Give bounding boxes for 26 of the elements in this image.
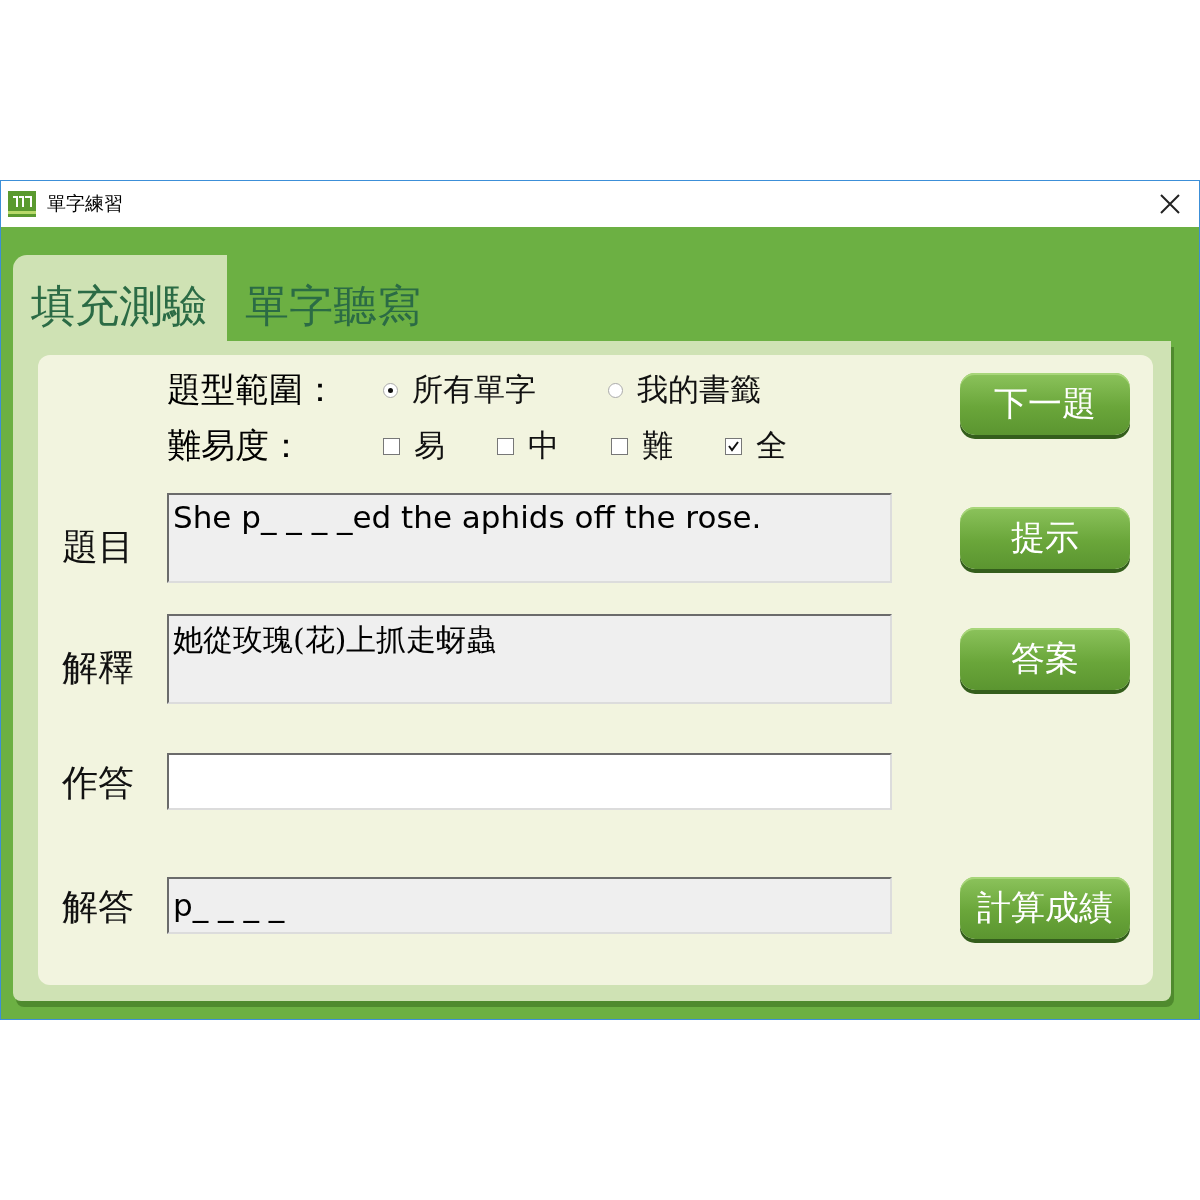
checkbox[interactable] (383, 437, 400, 455)
checkbox-option[interactable]: 難 (611, 425, 725, 467)
answer-field[interactable] (167, 753, 892, 810)
text-box: p_ _ _ _ (167, 877, 892, 934)
radio-icon[interactable] (608, 382, 623, 398)
field-label: 解答 (62, 885, 135, 929)
field-label: 作答 (62, 761, 135, 805)
text-box: 她從玫瑰(花)上抓走蚜蟲 (167, 614, 892, 704)
checkbox[interactable] (725, 437, 742, 455)
checkbox[interactable] (611, 437, 628, 455)
radio-option[interactable]: 所有單字 (383, 369, 608, 411)
app-icon (8, 191, 36, 217)
scope-label: 題型範圍： (167, 368, 338, 411)
checkbox[interactable] (497, 437, 514, 455)
difficulty-label: 難易度： (167, 424, 304, 467)
field-label: 題目 (62, 525, 135, 569)
window-title: 單字練習 (47, 191, 123, 216)
radio-icon[interactable] (383, 382, 398, 398)
radio-option[interactable]: 我的書籤 (608, 369, 833, 411)
tab[interactable]: 填充測驗 (13, 255, 227, 341)
checkbox-option[interactable]: 全 (725, 425, 839, 467)
field-label: 解釋 (62, 646, 135, 690)
checkbox-option[interactable]: 易 (383, 425, 497, 467)
text-box: She p_ _ _ _ed the aphids off the rose. (167, 493, 892, 583)
checkbox-option[interactable]: 中 (497, 425, 611, 467)
close-icon[interactable] (1158, 192, 1182, 216)
